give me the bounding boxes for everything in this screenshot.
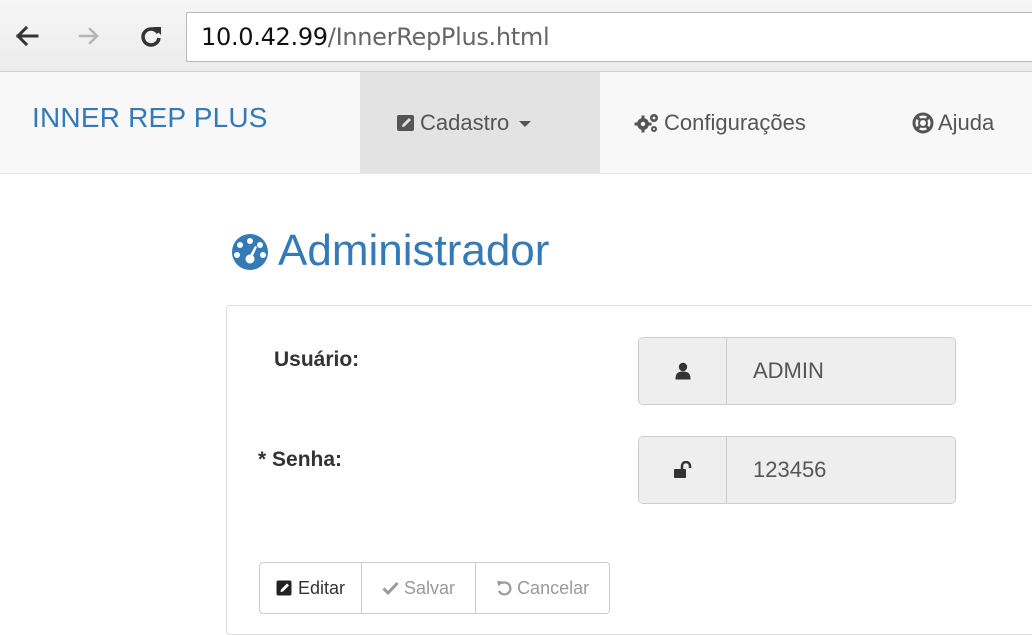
page-title-text: Administrador [278,226,550,275]
action-button-group: Editar Salvar Cancelar [259,562,611,614]
cancel-button-label: Cancelar [517,577,590,598]
user-field[interactable]: ADMIN [727,338,955,404]
address-bar[interactable]: 10.0.42.99/InnerRepPlus.html [186,12,1032,62]
reload-icon [141,27,161,47]
user-icon [675,362,690,380]
browser-toolbar: 10.0.42.99/InnerRepPlus.html [0,0,1032,72]
back-button[interactable] [12,18,42,54]
navbar-brand[interactable]: INNER REP PLUS [32,102,268,134]
nav-item-label: Configurações [664,109,806,135]
edit-icon [276,580,292,596]
arrow-left-icon [15,26,39,46]
save-button-label: Salvar [404,577,456,598]
undo-icon [497,581,512,596]
nav-item-configuracoes[interactable]: Configurações [634,72,806,173]
nav-item-ajuda[interactable]: Ajuda [912,72,994,173]
arrow-right-icon [78,27,99,45]
url-path: /InnerRepPlus.html [327,23,550,51]
nav-item-label: Cadastro [420,109,510,135]
cancel-button[interactable]: Cancelar [475,562,611,614]
user-addon [639,338,727,404]
password-label: * Senha: [258,448,343,471]
user-label: Usuário: [274,348,360,371]
nav-item-cadastro[interactable]: Cadastro [360,72,600,173]
chevron-down-icon [519,121,532,127]
reload-button[interactable] [136,18,166,54]
forward-button[interactable] [74,18,104,54]
user-input-group: ADMIN [638,337,956,405]
password-field[interactable]: 123456 [727,437,955,503]
url-host: 10.0.42.99 [201,23,328,51]
app-navbar: INNER REP PLUS Cadastro Configurações Aj… [0,72,1032,174]
dashboard-icon [232,234,268,270]
cogs-icon [634,113,658,132]
password-input-group: 123456 [638,436,956,504]
password-addon [639,437,727,503]
edit-icon [397,114,414,131]
edit-button-label: Editar [298,577,346,598]
page-title: Administrador [228,226,549,276]
save-button[interactable]: Salvar [361,562,477,614]
check-icon [382,581,399,595]
edit-button[interactable]: Editar [259,562,363,614]
nav-item-label: Ajuda [938,109,995,135]
unlock-icon [673,461,691,478]
life-ring-icon [912,112,934,133]
